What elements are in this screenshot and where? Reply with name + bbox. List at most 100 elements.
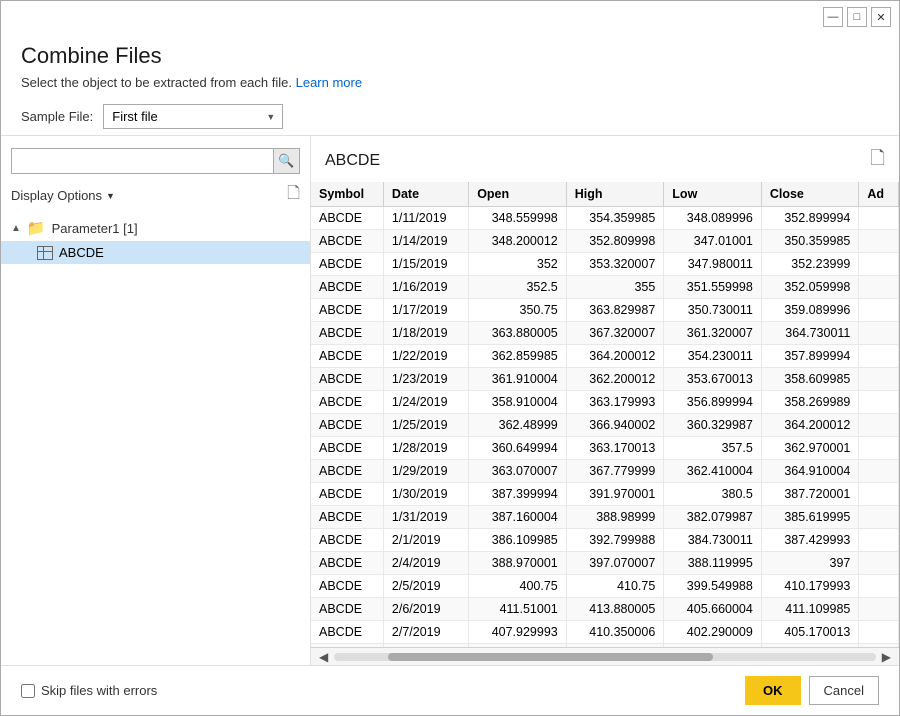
data-table: Symbol Date Open High Low Close Ad ABCDE… bbox=[311, 182, 899, 647]
combine-files-dialog: — □ ✕ Combine Files Select the object to… bbox=[0, 0, 900, 716]
sample-file-select[interactable]: First file bbox=[103, 104, 283, 129]
table-cell: 2/1/2019 bbox=[383, 529, 468, 552]
minimize-button[interactable]: — bbox=[823, 7, 843, 27]
search-row: 🔍 bbox=[1, 144, 310, 180]
table-cell: 353.670013 bbox=[664, 368, 762, 391]
table-cell: 350.75 bbox=[469, 299, 567, 322]
table-cell-ad bbox=[859, 345, 899, 368]
table-row: ABCDE1/30/2019387.399994391.970001380.53… bbox=[311, 483, 899, 506]
tree-item[interactable]: ABCDE bbox=[1, 241, 310, 264]
table-cell: 410.179993 bbox=[761, 575, 859, 598]
scroll-right-arrow[interactable]: ▶ bbox=[878, 650, 895, 664]
table-cell: 1/24/2019 bbox=[383, 391, 468, 414]
display-options-button[interactable]: Display Options ▼ bbox=[11, 188, 115, 203]
table-cell-ad bbox=[859, 506, 899, 529]
table-cell: 392.799988 bbox=[566, 529, 664, 552]
bottom-scroll-bar[interactable]: ◀ ▶ bbox=[311, 647, 899, 665]
table-cell: 363.179993 bbox=[566, 391, 664, 414]
table-cell: 388.98999 bbox=[566, 506, 664, 529]
table-cell: 347.980011 bbox=[664, 253, 762, 276]
table-cell: 351.559998 bbox=[664, 276, 762, 299]
table-row: ABCDE1/17/2019350.75363.829987350.730011… bbox=[311, 299, 899, 322]
table-cell: 362.970001 bbox=[761, 437, 859, 460]
table-row: ABCDE2/8/2019400404.959991397.799988404.… bbox=[311, 644, 899, 648]
table-row: ABCDE1/28/2019360.649994363.170013357.53… bbox=[311, 437, 899, 460]
table-row: ABCDE2/7/2019407.929993410.350006402.290… bbox=[311, 621, 899, 644]
table-cell: ABCDE bbox=[311, 368, 383, 391]
learn-more-link[interactable]: Learn more bbox=[296, 75, 362, 90]
table-cell: 402.290009 bbox=[664, 621, 762, 644]
table-cell: 388.970001 bbox=[469, 552, 567, 575]
table-row: ABCDE2/1/2019386.109985392.799988384.730… bbox=[311, 529, 899, 552]
scroll-track[interactable] bbox=[334, 653, 876, 661]
table-cell: ABCDE bbox=[311, 621, 383, 644]
table-cell: 363.880005 bbox=[469, 322, 567, 345]
scroll-thumb bbox=[388, 653, 713, 661]
skip-files-checkbox[interactable] bbox=[21, 684, 35, 698]
table-cell: 361.910004 bbox=[469, 368, 567, 391]
new-query-icon: 🗋 bbox=[287, 185, 300, 202]
table-cell: 387.399994 bbox=[469, 483, 567, 506]
table-cell: 405.170013 bbox=[761, 621, 859, 644]
table-cell: 360.649994 bbox=[469, 437, 567, 460]
table-row: ABCDE1/24/2019358.910004363.179993356.89… bbox=[311, 391, 899, 414]
table-cell: 357.5 bbox=[664, 437, 762, 460]
dialog-body: 🔍 Display Options ▼ 🗋 ▲ 📁 Parameter1 [1] bbox=[1, 135, 899, 665]
table-cell: 350.730011 bbox=[664, 299, 762, 322]
table-cell: ABCDE bbox=[311, 483, 383, 506]
table-cell: 352.059998 bbox=[761, 276, 859, 299]
close-button[interactable]: ✕ bbox=[871, 7, 891, 27]
table-cell: 397.070007 bbox=[566, 552, 664, 575]
search-input[interactable] bbox=[12, 149, 273, 173]
table-row: ABCDE1/16/2019352.5355351.559998352.0599… bbox=[311, 276, 899, 299]
table-cell: ABCDE bbox=[311, 644, 383, 648]
table-cell: 352.809998 bbox=[566, 230, 664, 253]
restore-button[interactable]: □ bbox=[847, 7, 867, 27]
table-cell: 352.899994 bbox=[761, 207, 859, 230]
table-wrapper[interactable]: Symbol Date Open High Low Close Ad ABCDE… bbox=[311, 182, 899, 647]
col-low: Low bbox=[664, 182, 762, 207]
table-cell: 397.799988 bbox=[664, 644, 762, 648]
right-panel: ABCDE 🗋 Symbol Date Open High Low Close bbox=[311, 136, 899, 665]
table-cell: 387.429993 bbox=[761, 529, 859, 552]
search-button[interactable]: 🔍 bbox=[273, 149, 299, 173]
table-cell: 2/7/2019 bbox=[383, 621, 468, 644]
table-row: ABCDE1/25/2019362.48999366.940002360.329… bbox=[311, 414, 899, 437]
ok-button[interactable]: OK bbox=[745, 676, 801, 705]
table-row: ABCDE2/5/2019400.75410.75399.549988410.1… bbox=[311, 575, 899, 598]
table-cell-ad bbox=[859, 598, 899, 621]
export-button[interactable]: 🗋 bbox=[871, 146, 885, 176]
scroll-left-arrow[interactable]: ◀ bbox=[315, 650, 332, 664]
table-cell: 366.940002 bbox=[566, 414, 664, 437]
col-ad: Ad bbox=[859, 182, 899, 207]
table-cell: 404.959991 bbox=[566, 644, 664, 648]
cancel-button[interactable]: Cancel bbox=[809, 676, 879, 705]
table-row: ABCDE1/23/2019361.910004362.200012353.67… bbox=[311, 368, 899, 391]
table-cell: 2/6/2019 bbox=[383, 598, 468, 621]
table-cell: 1/31/2019 bbox=[383, 506, 468, 529]
col-symbol: Symbol bbox=[311, 182, 383, 207]
table-cell-ad bbox=[859, 621, 899, 644]
dialog-subtitle: Select the object to be extracted from e… bbox=[21, 75, 879, 90]
table-cell: 1/14/2019 bbox=[383, 230, 468, 253]
table-cell: 413.880005 bbox=[566, 598, 664, 621]
table-cell-ad bbox=[859, 276, 899, 299]
table-cell: 352.23999 bbox=[761, 253, 859, 276]
table-cell: 359.089996 bbox=[761, 299, 859, 322]
export-icon: 🗋 bbox=[871, 148, 885, 168]
title-bar-buttons: — □ ✕ bbox=[823, 7, 891, 27]
col-close: Close bbox=[761, 182, 859, 207]
tree-folder[interactable]: ▲ 📁 Parameter1 [1] bbox=[1, 215, 310, 241]
new-query-button[interactable]: 🗋 bbox=[287, 182, 300, 209]
table-cell: 363.170013 bbox=[566, 437, 664, 460]
table-cell: 388.119995 bbox=[664, 552, 762, 575]
table-cell-ad bbox=[859, 644, 899, 648]
table-cell: ABCDE bbox=[311, 299, 383, 322]
table-cell: 360.329987 bbox=[664, 414, 762, 437]
table-cell: 1/30/2019 bbox=[383, 483, 468, 506]
sample-file-label: Sample File: bbox=[21, 109, 93, 124]
table-cell: ABCDE bbox=[311, 230, 383, 253]
title-bar: — □ ✕ bbox=[1, 1, 899, 33]
table-cell: 385.619995 bbox=[761, 506, 859, 529]
table-cell: 380.5 bbox=[664, 483, 762, 506]
